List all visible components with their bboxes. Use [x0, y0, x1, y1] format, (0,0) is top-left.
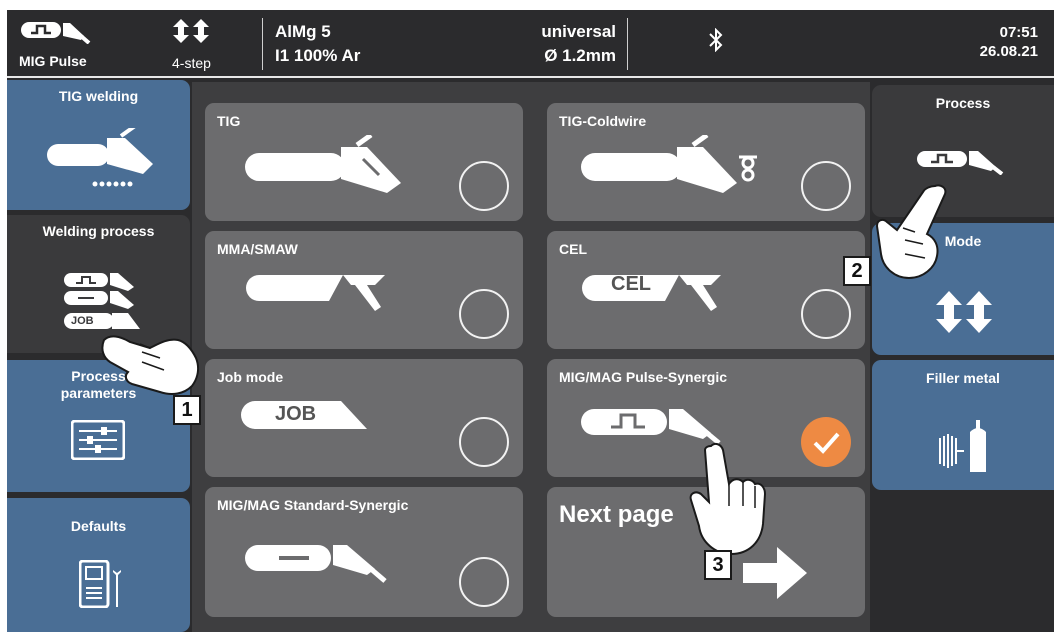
updown-arrows-icon — [936, 291, 992, 338]
bluetooth-icon[interactable] — [709, 27, 723, 53]
menu-label: Filler metal — [926, 370, 1000, 386]
tile-mma-smaw[interactable]: MMA/SMAW — [205, 231, 523, 349]
welding-process-dialog: TIG TIG-Coldwire MMA/SMAW CEL CEL Job mo… — [192, 82, 870, 632]
job-badge: JOB — [71, 315, 94, 327]
tile-label: MIG/MAG Standard-Synergic — [217, 497, 409, 513]
tile-label: Job mode — [217, 369, 284, 385]
header-divider — [262, 18, 263, 70]
callout-1: 1 — [173, 395, 201, 425]
electrode-holder-icon — [245, 271, 395, 330]
radio-button[interactable] — [459, 289, 509, 339]
characteristic-label: universal — [541, 22, 616, 41]
checkmark-icon — [813, 432, 840, 454]
menu-filler-metal[interactable]: Filler metal — [872, 360, 1054, 490]
mig-standard-torch-icon — [245, 537, 395, 598]
tile-job-mode[interactable]: Job mode JOB — [205, 359, 523, 477]
tile-tig[interactable]: TIG — [205, 103, 523, 221]
mig-pulse-torch-icon[interactable] — [21, 18, 91, 45]
process-mode-label: MIG Pulse — [19, 53, 87, 69]
menu-tig-welding[interactable]: TIG welding — [7, 80, 190, 210]
mig-pulse-torch-icon — [917, 145, 1009, 180]
radio-button[interactable] — [459, 161, 509, 211]
callout-2: 2 — [843, 256, 871, 286]
menu-label: Process — [935, 95, 991, 111]
tile-mig-mag-standard-synergic[interactable]: MIG/MAG Standard-Synergic — [205, 487, 523, 617]
tig-torch-icon — [47, 124, 157, 197]
gas-label: I1 100% Ar — [275, 46, 361, 65]
header-underline — [7, 76, 1054, 78]
radio-button-selected[interactable] — [801, 417, 851, 467]
tile-label: TIG — [217, 113, 241, 129]
menu-defaults[interactable]: Defaults — [7, 498, 190, 632]
updown-arrows-icon[interactable] — [172, 18, 212, 44]
material-label: AlMg 5 — [275, 22, 331, 41]
cel-badge: CEL — [611, 273, 651, 295]
coldwire-torch-icon — [581, 132, 771, 200]
radio-button[interactable] — [801, 289, 851, 339]
trigger-mode-label: 4-step — [172, 55, 211, 71]
tile-label: MMA/SMAW — [217, 241, 298, 257]
radio-button[interactable] — [801, 161, 851, 211]
status-header: MIG Pulse 4-step AlMg 5 I1 100% Ar unive… — [7, 10, 1054, 76]
screenshot: MIG Pulse 4-step AlMg 5 I1 100% Ar unive… — [0, 0, 1059, 635]
tile-label: TIG-Coldwire — [559, 113, 647, 129]
tile-label: MIG/MAG Pulse-Synergic — [559, 369, 728, 385]
tig-torch-icon — [245, 132, 405, 200]
device-display: MIG Pulse 4-step AlMg 5 I1 100% Ar unive… — [7, 10, 1054, 632]
job-badge: JOB — [275, 403, 317, 425]
wire-diameter-label: Ø 1.2mm — [544, 46, 616, 65]
radio-button[interactable] — [459, 557, 509, 607]
device-wrench-icon — [78, 559, 127, 613]
clock-time: 07:51 — [999, 24, 1038, 41]
menu-label: TIG welding — [58, 88, 139, 104]
next-page-label: Next page — [559, 501, 674, 528]
menu-label: Defaults — [70, 518, 127, 534]
callout-3: 3 — [704, 550, 732, 580]
tile-label: CEL — [559, 241, 587, 257]
header-divider — [627, 18, 628, 70]
cel-electrode-icon — [581, 271, 731, 330]
tile-cel[interactable]: CEL CEL — [547, 231, 865, 349]
wire-spool-bottle-icon — [936, 416, 992, 477]
tile-tig-coldwire[interactable]: TIG-Coldwire — [547, 103, 865, 221]
radio-button[interactable] — [459, 417, 509, 467]
pointing-hand-icon — [100, 318, 210, 403]
clock-date: 26.08.21 — [979, 43, 1038, 60]
sliders-icon — [70, 419, 126, 465]
menu-label: Welding process — [42, 223, 155, 239]
